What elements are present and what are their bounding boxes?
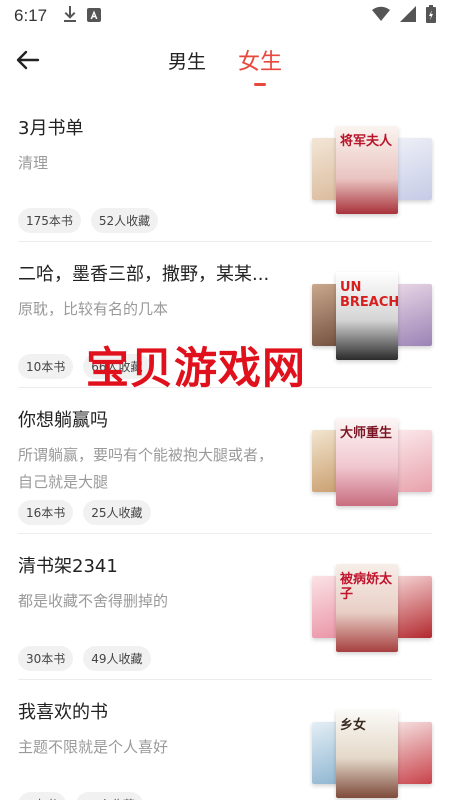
site-watermark: 宝贝游戏网 [86,344,306,394]
tab-female-label: 女生 [238,50,283,75]
cover-stack: 被病娇太子 [312,564,432,652]
cover-stack: 大师重生 [312,418,432,506]
cover-title: 将军夫人 [340,134,393,149]
book-cover [392,138,432,200]
booklist-title: 二哈，墨香三部，撒野，某某... [18,264,270,285]
booklist-title: 你想躺赢吗 [18,410,108,431]
cover-title: 大师重生 [340,426,393,441]
booklist-item[interactable]: 3月书单 清理 175本书 52人收藏 将军夫人 [18,96,432,242]
book-count-badge: 175本书 [18,208,81,233]
status-bar: 6:17 [0,0,450,32]
book-cover [392,284,432,346]
status-time: 6:17 [14,6,48,25]
booklist-item[interactable]: 我喜欢的书 主题不限就是个人喜好 5本书 25人收藏 乡女 [18,680,432,800]
tab-male-label: 男生 [167,50,206,73]
book-cover [392,722,432,784]
cover-stack: 乡女 [312,710,432,798]
cover-title: 乡女 [340,718,367,733]
book-cover: 将军夫人 [336,126,398,214]
booklist-desc: 清理 [18,154,49,172]
cover-title: 被病娇太子 [340,572,393,602]
cover-stack: UN BREACH [312,272,432,360]
tab-female[interactable]: 女生 [236,44,284,86]
battery-icon [426,5,436,27]
cover-stack: 将军夫人 [312,126,432,214]
cover-title: UN BREACH [340,280,398,310]
favorites-badge: 49人收藏 [83,646,151,671]
book-cover: 被病娇太子 [336,564,398,652]
app-notification-icon [87,7,102,26]
booklist-desc: 都是收藏不舍得删掉的 [18,592,169,610]
book-cover: 乡女 [336,710,398,798]
booklist-item[interactable]: 你想躺赢吗 所谓躺赢，要吗有个能被抱大腿或者，自己就是大腿 16本书 25人收藏… [18,388,432,534]
favorites-badge: 52人收藏 [90,208,159,233]
wifi-icon [372,6,390,26]
favorites-badge: 25人收藏 [75,792,143,800]
gender-tabs: 男生 女生 [0,32,450,88]
book-cover: UN BREACH [336,272,398,360]
book-count-badge: 30本书 [18,646,74,671]
booklist-title: 清书架2341 [18,556,118,577]
signal-icon [400,6,416,26]
booklist-title: 3月书单 [18,118,84,139]
booklist-title: 我喜欢的书 [18,702,108,723]
book-count-badge: 10本书 [18,354,74,379]
book-cover: 大师重生 [336,418,398,506]
booklist-item[interactable]: 清书架2341 都是收藏不舍得删掉的 30本书 49人收藏 被病娇太子 [18,534,432,680]
tab-male[interactable]: 男生 [166,47,208,74]
book-count-badge: 16本书 [18,500,74,525]
header: 男生 女生 [0,32,450,88]
booklist-desc: 原耽，比较有名的几本 [18,300,169,318]
favorites-badge: 25人收藏 [83,500,151,525]
download-icon [63,6,77,26]
booklist-desc: 所谓躺赢，要吗有个能被抱大腿或者，自己就是大腿 [18,446,274,491]
book-cover [392,430,432,492]
booklist-list: 3月书单 清理 175本书 52人收藏 将军夫人 二哈，墨香三部，撒野，某某..… [0,96,450,800]
booklist-desc: 主题不限就是个人喜好 [18,738,169,756]
book-cover [392,576,432,638]
book-count-badge: 5本书 [18,792,66,800]
active-tab-indicator [254,83,266,86]
